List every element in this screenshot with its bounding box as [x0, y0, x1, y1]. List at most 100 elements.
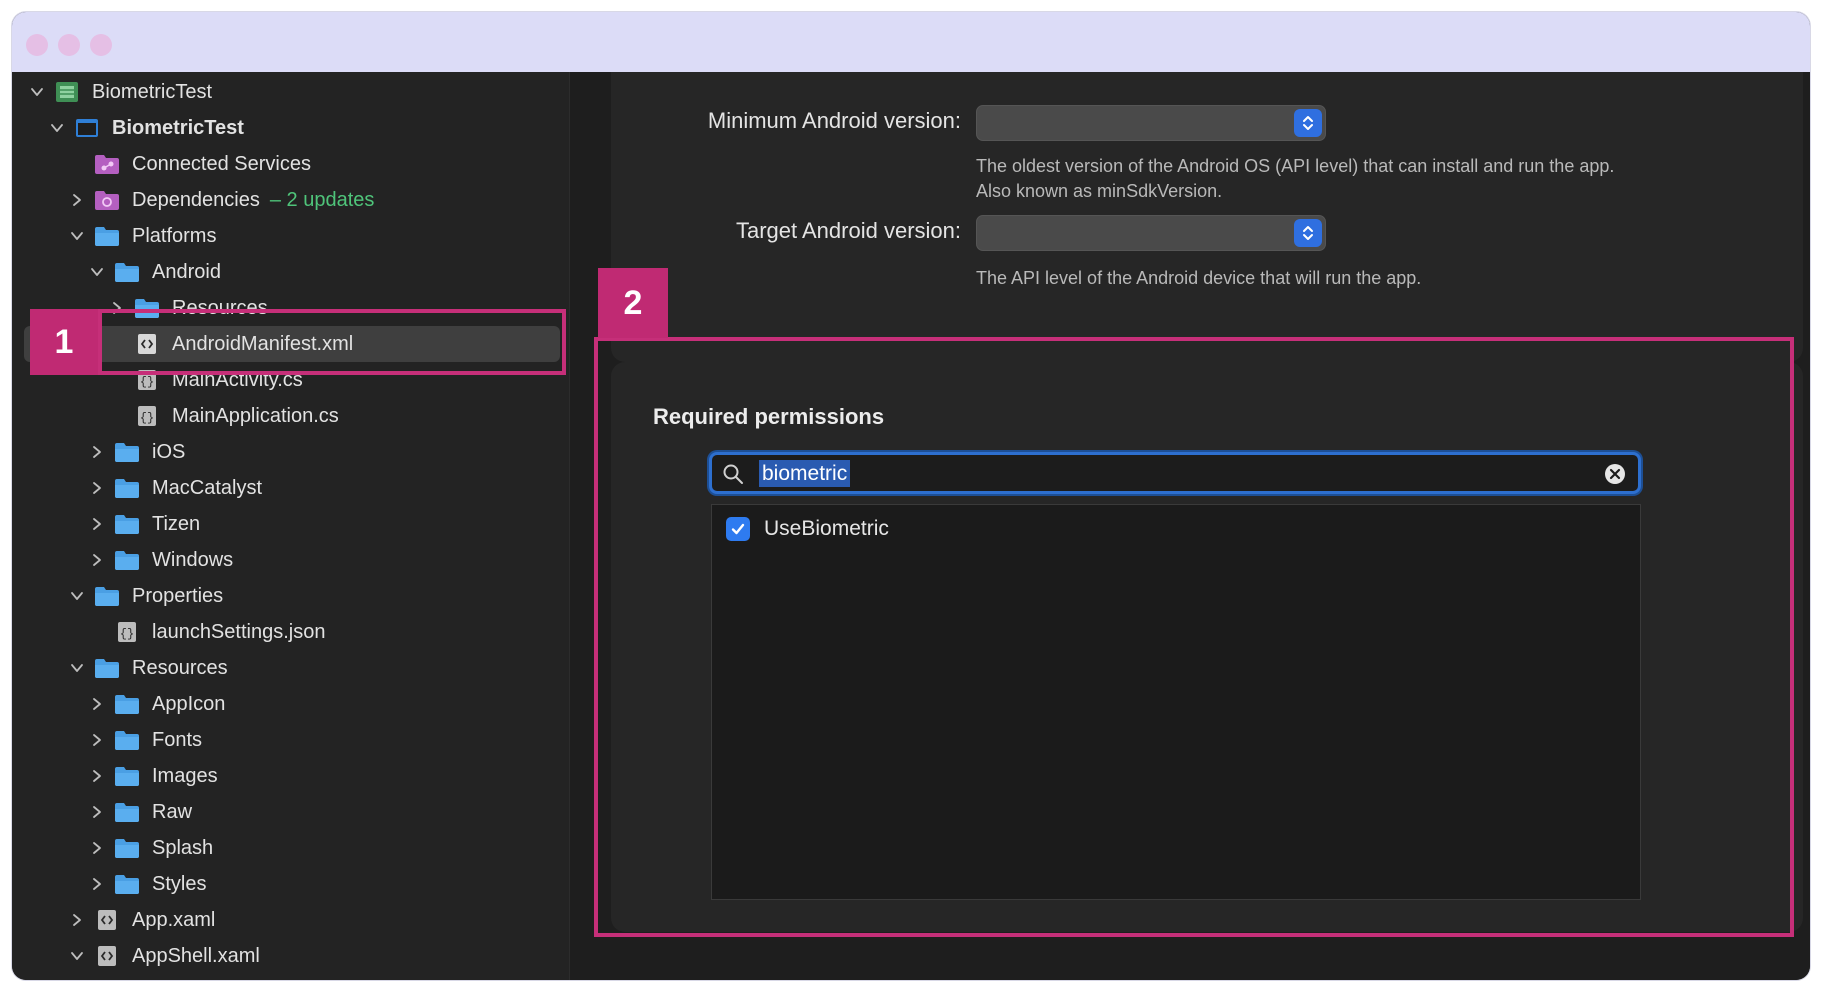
tree-item-label: MainApplication.cs [172, 404, 339, 427]
tree-item[interactable]: Tizen [12, 506, 569, 542]
tree-item[interactable]: AppIcon [12, 686, 569, 722]
chevron-right-icon[interactable] [86, 549, 108, 571]
dependencies-icon [94, 189, 120, 211]
target-android-version-help: The API level of the Android device that… [976, 268, 1422, 288]
tree-item[interactable]: Fonts [12, 722, 569, 758]
tree-item[interactable]: BiometricTest [12, 110, 569, 146]
tree-item-content: Resources [66, 650, 228, 686]
tree-item-content: Android [86, 254, 221, 290]
solution-explorer: BiometricTest BiometricTest Connected Serv… [12, 72, 570, 980]
chevron-right-icon[interactable] [66, 189, 88, 211]
tree-item-label: Fonts [152, 728, 203, 751]
chevron-down-icon[interactable] [66, 945, 88, 967]
tree-item-content: AppIcon [86, 686, 225, 722]
tree-item[interactable]: {} MainApplication.cs [12, 398, 569, 434]
chevron-right-icon[interactable] [86, 801, 108, 823]
tree-item-label: Platforms [132, 224, 217, 247]
target-android-version-label: Target Android version: [735, 218, 961, 243]
chevron-right-icon[interactable] [86, 873, 108, 895]
min-android-version-help: The oldest version of the Android OS (AP… [976, 156, 1615, 201]
tree-item-label: Properties [132, 584, 224, 607]
tree-item-label: Resources [132, 656, 228, 679]
close-window-button[interactable] [26, 34, 48, 56]
chevron-down-icon[interactable] [66, 657, 88, 679]
svg-text:{}: {} [140, 411, 154, 425]
tree-item-label: AppIcon [152, 692, 226, 715]
tree-item[interactable]: iOS [12, 434, 569, 470]
chevron-right-icon[interactable] [86, 477, 108, 499]
folder-icon [114, 513, 140, 535]
project-icon [74, 117, 100, 139]
chevron-right-icon[interactable] [66, 909, 88, 931]
folder-icon [114, 765, 140, 787]
zoom-window-button[interactable] [90, 34, 112, 56]
min-android-version-select[interactable] [976, 105, 1326, 141]
chevron-down-icon[interactable] [26, 81, 48, 103]
chevron-right-icon[interactable] [86, 837, 108, 859]
svg-text:{}: {} [120, 627, 134, 641]
tree-item-content: {} launchSettings.json [86, 614, 325, 650]
tree-item-label: BiometricTest [92, 80, 213, 103]
target-android-version-select[interactable] [976, 215, 1326, 251]
chevron-right-icon[interactable] [86, 765, 108, 787]
folder-icon [94, 585, 120, 607]
tree-item-label: Splash [152, 836, 214, 859]
tree-item[interactable]: Properties [12, 578, 569, 614]
folder-icon [114, 549, 140, 571]
min-android-version-label: Minimum Android version: [707, 108, 961, 133]
chevron-down-icon[interactable] [86, 261, 108, 283]
tree-item[interactable]: Raw [12, 794, 569, 830]
folder-icon [114, 693, 140, 715]
tree-item-content: Styles [86, 866, 206, 902]
tree-item-label: BiometricTest [112, 116, 244, 139]
chevron-down-icon[interactable] [66, 585, 88, 607]
callout-box-2 [594, 337, 1794, 937]
tree-item-content: Images [86, 758, 218, 794]
tree-item[interactable]: Windows [12, 542, 569, 578]
tree-item-content: AppShell.xaml [66, 938, 260, 974]
folder-icon [114, 837, 140, 859]
chevron-right-icon[interactable] [86, 441, 108, 463]
tree-item-content: Raw [86, 794, 192, 830]
tree-item[interactable]: App.xaml [12, 902, 569, 938]
chevron-right-icon[interactable] [86, 513, 108, 535]
tree-item-content: Windows [86, 542, 233, 578]
tree-item-content: BiometricTest [46, 110, 244, 146]
tree-item[interactable]: {} launchSettings.json [12, 614, 569, 650]
tree-item-content: Splash [86, 830, 213, 866]
chevron-down-icon[interactable] [66, 225, 88, 247]
tree-item[interactable]: Styles [12, 866, 569, 902]
tree-item-content: App.xaml [66, 902, 215, 938]
svg-text:{}: {} [140, 375, 154, 389]
tree-item[interactable]: Platforms [12, 218, 569, 254]
chevron-updown-icon [1294, 219, 1322, 247]
tree-item-content: MacCatalyst [86, 470, 262, 506]
folder-icon [114, 261, 140, 283]
updates-badge[interactable]: – 2 updates [270, 189, 375, 212]
minimize-window-button[interactable] [58, 34, 80, 56]
tree-item-label: Windows [152, 548, 234, 571]
tree-item-label: Tizen [152, 512, 201, 535]
tree-item[interactable]: Dependencies – 2 updates [12, 182, 569, 218]
csharp-file-icon: {} [134, 405, 160, 427]
tree-item[interactable]: Splash [12, 830, 569, 866]
tree-item[interactable]: AppShell.xaml [12, 938, 569, 974]
connected-services-icon [94, 153, 120, 175]
tree-item[interactable]: Resources [12, 650, 569, 686]
tree-item[interactable]: Android [12, 254, 569, 290]
folder-icon [114, 873, 140, 895]
tree-item-content: Tizen [86, 506, 200, 542]
chevron-updown-icon [1294, 109, 1322, 137]
tree-item-label: AppShell.xaml [132, 944, 260, 967]
chevron-right-icon[interactable] [86, 693, 108, 715]
tree-item[interactable]: BiometricTest [12, 74, 569, 110]
tree-item[interactable]: Images [12, 758, 569, 794]
tree-item-label: MacCatalyst [152, 476, 263, 499]
tree-item-label: iOS [152, 440, 186, 463]
folder-icon [94, 225, 120, 247]
chevron-right-icon[interactable] [86, 729, 108, 751]
tree-item[interactable]: Connected Services [12, 146, 569, 182]
tree-item[interactable]: MacCatalyst [12, 470, 569, 506]
folder-icon [114, 477, 140, 499]
chevron-down-icon[interactable] [46, 117, 68, 139]
